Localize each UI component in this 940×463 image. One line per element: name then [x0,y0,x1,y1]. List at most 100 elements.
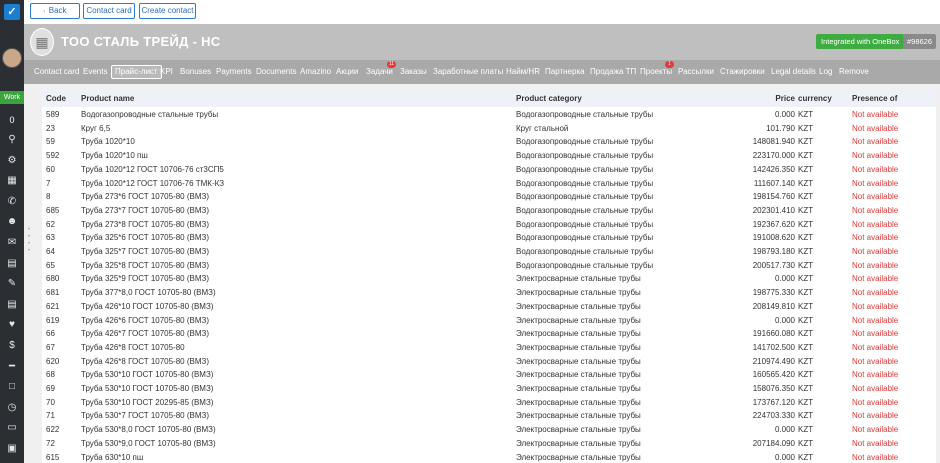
box-icon[interactable]: ▣ [5,442,19,456]
product-name[interactable]: Труба 273*6 ГОСТ 10705-80 (ВМЗ) [81,192,209,201]
app-logo-icon[interactable]: ✓ [4,4,20,20]
calendar-icon[interactable]: ▦ [5,174,19,188]
tab-5[interactable]: Payments [216,65,252,79]
tab-1[interactable]: Events [83,65,107,79]
tab-7[interactable]: Amazino [300,65,331,79]
column-header[interactable]: Price [715,94,795,103]
table-row[interactable]: 67 Труба 426*8 ГОСТ 10705-80 Электросварны… [42,341,936,355]
table-row[interactable]: 622 Труба 530*8,0 ГОСТ 10705-80 (ВМЗ) Элек… [42,423,936,437]
product-name[interactable]: Труба 1020*10 пш [81,151,148,160]
contact-card-button[interactable]: Contact card [83,3,135,19]
basket-icon[interactable]: ♥ [5,318,19,332]
tab-0[interactable]: Contact card [34,65,79,79]
product-name[interactable]: Труба 1020*12 ГОСТ 10706-76 ст3СП5 [81,165,224,174]
notification-counter[interactable]: 0 [4,113,20,127]
tab-20[interactable]: Remove [839,65,869,79]
product-name[interactable]: Труба 530*10 ГОСТ 10705-80 (ВМЗ) [81,370,213,379]
table-row[interactable]: 68 Труба 530*10 ГОСТ 10705-80 (ВМЗ) Электр… [42,368,936,382]
table-row[interactable]: 621 Труба 426*10 ГОСТ 10705-80 (ВМЗ) Элект… [42,300,936,314]
table-row[interactable]: 615 Труба 630*10 пш Электросварные стальны… [42,451,936,463]
product-name[interactable]: Водогазопроводные стальные трубы [81,110,218,119]
product-name[interactable]: Труба 325*6 ГОСТ 10705-80 (ВМЗ) [81,233,209,242]
column-header[interactable]: Product name [81,94,134,103]
table-row[interactable]: 59 Труба 1020*10 Водогазопроводные стальны… [42,135,936,149]
table-row[interactable]: 71 Труба 530*7 ГОСТ 10705-80 (ВМЗ) Электро… [42,409,936,423]
product-name[interactable]: Труба 377*8,0 ГОСТ 10705-80 (ВМЗ) [81,288,216,297]
product-name[interactable]: Труба 426*8 ГОСТ 10705-80 [81,343,185,352]
table-row[interactable]: 685 Труба 273*7 ГОСТ 10705-80 (ВМЗ) Водога… [42,204,936,218]
column-header[interactable]: Presence of [852,94,897,103]
tab-18[interactable]: Legal details [771,65,816,79]
table-row[interactable]: 72 Труба 530*9,0 ГОСТ 10705-80 (ВМЗ) Элект… [42,437,936,451]
table-row[interactable]: 62 Труба 273*8 ГОСТ 10705-80 (ВМЗ) Водогаз… [42,218,936,232]
product-name[interactable]: Труба 530*10 ГОСТ 10705-80 (ВМЗ) [81,384,213,393]
tab-9[interactable]: Задачи 11 [366,61,396,79]
tab-13[interactable]: Партнерка [545,65,585,79]
column-header[interactable]: currency [798,94,832,103]
mail-icon[interactable]: ✉ [5,236,19,250]
create-contact-button[interactable]: Create contact [139,3,196,19]
clipboard-icon[interactable]: □ [5,380,19,394]
dollar-icon[interactable]: $ [5,339,19,353]
product-name[interactable]: Труба 426*10 ГОСТ 10705-80 (ВМЗ) [81,302,213,311]
product-name[interactable]: Труба 325*8 ГОСТ 10705-80 (ВМЗ) [81,261,209,270]
tab-2[interactable]: Прайс-лист [111,65,162,79]
table-row[interactable]: 8 Труба 273*6 ГОСТ 10705-80 (ВМЗ) Водогазо… [42,190,936,204]
tab-10[interactable]: Заказы [400,65,427,79]
tab-8[interactable]: Акции [336,65,358,79]
tab-14[interactable]: Продажа ТП [590,65,636,79]
tab-16[interactable]: Рассылки [678,65,714,79]
product-name[interactable]: Труба 530*8,0 ГОСТ 10705-80 (ВМЗ) [81,425,216,434]
table-row[interactable]: 620 Труба 426*8 ГОСТ 10705-80 (ВМЗ) Электр… [42,355,936,369]
tab-12[interactable]: Найм/HR [506,65,540,79]
resize-handle-icon[interactable]: • • • • [28,227,34,257]
tab-11[interactable]: Заработные платы [433,65,503,79]
table-row[interactable]: 23 Круг 6,5 Круг стальной 101.790 KZT Not ava… [42,122,936,136]
table-row[interactable]: 680 Труба 325*9 ГОСТ 10705-80 (ВМЗ) Электр… [42,272,936,286]
tab-15[interactable]: Проекты 1 [640,61,674,79]
product-name[interactable]: Труба 426*6 ГОСТ 10705-80 (ВМЗ) [81,316,209,325]
column-header[interactable]: Product category [516,94,582,103]
car-icon[interactable]: ▭ [5,421,19,435]
table-row[interactable]: 64 Труба 325*7 ГОСТ 10705-80 (ВМЗ) Водогаз… [42,245,936,259]
column-header[interactable]: Code [46,94,66,103]
document-icon[interactable]: ▤ [5,298,19,312]
product-name[interactable]: Труба 426*8 ГОСТ 10705-80 (ВМЗ) [81,357,209,366]
table-row[interactable]: 65 Труба 325*8 ГОСТ 10705-80 (ВМЗ) Водогаз… [42,259,936,273]
tab-17[interactable]: Стажировки [720,65,765,79]
table-row[interactable]: 681 Труба 377*8,0 ГОСТ 10705-80 (ВМЗ) Элек… [42,286,936,300]
product-name[interactable]: Труба 273*8 ГОСТ 10705-80 (ВМЗ) [81,220,209,229]
product-name[interactable]: Труба 426*7 ГОСТ 10705-80 (ВМЗ) [81,329,209,338]
product-name[interactable]: Труба 530*7 ГОСТ 10705-80 (ВМЗ) [81,411,209,420]
user-avatar[interactable] [2,48,22,68]
table-row[interactable]: 589 Водогазопроводные стальные трубы Водог… [42,108,936,122]
table-row[interactable]: 70 Труба 530*10 ГОСТ 20295-85 (ВМЗ) Электр… [42,396,936,410]
table-row[interactable]: 63 Труба 325*6 ГОСТ 10705-80 (ВМЗ) Водогаз… [42,231,936,245]
product-name[interactable]: Труба 630*10 пш [81,453,143,462]
product-name[interactable]: Труба 325*9 ГОСТ 10705-80 (ВМЗ) [81,274,209,283]
gun-icon[interactable]: ━ [5,360,19,374]
clock-icon[interactable]: ◷ [5,401,19,415]
table-row[interactable]: 66 Труба 426*7 ГОСТ 10705-80 (ВМЗ) Электро… [42,327,936,341]
product-name[interactable]: Труба 1020*10 [81,137,135,146]
table-row[interactable]: 69 Труба 530*10 ГОСТ 10705-80 (ВМЗ) Электр… [42,382,936,396]
product-name[interactable]: Труба 530*9,0 ГОСТ 10705-80 (ВМЗ) [81,439,216,448]
search-icon[interactable]: ⚲ [5,133,19,147]
tab-6[interactable]: Documents [256,65,296,79]
user-icon[interactable]: ☻ [5,215,19,229]
product-name[interactable]: Труба 1020*12 ГОСТ 10706-76 ТМК-КЗ [81,179,224,188]
product-name[interactable]: Труба 273*7 ГОСТ 10705-80 (ВМЗ) [81,206,209,215]
table-row[interactable]: 7 Труба 1020*12 ГОСТ 10706-76 ТМК-КЗ Водог… [42,177,936,191]
card-icon[interactable]: ▤ [5,257,19,271]
table-row[interactable]: 619 Труба 426*6 ГОСТ 10705-80 (ВМЗ) Электр… [42,314,936,328]
back-button[interactable]: ‹ Back [30,3,80,19]
product-name[interactable]: Круг 6,5 [81,124,110,133]
pen-icon[interactable]: ✎ [5,277,19,291]
tab-4[interactable]: Bonuses [180,65,211,79]
tab-3[interactable]: KPI [160,65,173,79]
phone-icon[interactable]: ✆ [5,195,19,209]
table-row[interactable]: 60 Труба 1020*12 ГОСТ 10706-76 ст3СП5 Водо… [42,163,936,177]
table-row[interactable]: 592 Труба 1020*10 пш Водогазопроводные ста… [42,149,936,163]
gear-icon[interactable]: ⚙ [5,154,19,168]
tab-19[interactable]: Log [819,65,832,79]
